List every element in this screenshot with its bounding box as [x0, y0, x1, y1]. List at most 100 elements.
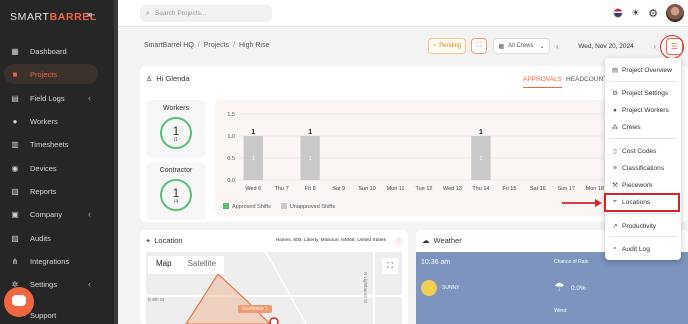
top-bar: ⌕ Search Projects... ☀ ⚙: [118, 0, 688, 27]
menu-item-audit-log[interactable]: ⌕ Audit Log: [605, 241, 681, 257]
bar-total-label: 1: [479, 129, 483, 136]
breadcrumb-item[interactable]: Projects: [204, 42, 229, 49]
bar-total-label: 1: [308, 129, 312, 136]
sidebar-item-audits[interactable]: ▨ Audits: [4, 228, 98, 248]
search-input[interactable]: ⌕ Search Projects...: [140, 5, 272, 22]
chevron-left-icon: ‹: [88, 209, 91, 219]
sidebar: SMARTBARREL ⇤ ▦ Dashboard ■ Projects ▤ Fiel…: [0, 0, 118, 324]
report-icon: ▧: [11, 186, 19, 196]
user-icon: ●: [12, 116, 18, 126]
crews-select[interactable]: ▦ All Crews ⌄: [493, 38, 550, 54]
legend-label: Unapproved Shifts: [289, 204, 336, 210]
menu-item-label: Piecework: [622, 181, 653, 189]
hammer-icon: ⚒: [612, 182, 618, 189]
menu-item-label: Productivity: [622, 222, 657, 230]
map[interactable]: Map Satellite ⛶ E 9th St N Lightburne St…: [146, 252, 402, 324]
chevron-right-icon[interactable]: ›: [653, 42, 656, 51]
top-bar-actions: ☀ ⚙: [613, 4, 684, 22]
sidebar-item-projects[interactable]: ■ Projects: [4, 64, 98, 84]
app-logo[interactable]: SMARTBARREL: [10, 11, 97, 23]
location-address: Haines, 800, Liberty, Missouri, 64068, U…: [275, 238, 386, 243]
scan-button[interactable]: ⛶: [471, 38, 487, 54]
menu-item-productivity[interactable]: ↗ Productivity: [605, 218, 681, 234]
legend-unapproved[interactable]: Unapproved Shifts: [280, 203, 336, 210]
menu-item-crews[interactable]: ⁂ Crews: [605, 119, 681, 135]
gear-icon: ⚙: [612, 90, 618, 97]
fullscreen-icon[interactable]: ⛶: [382, 258, 398, 274]
sidebar-item-company[interactable]: ▣ Company ‹: [4, 204, 98, 224]
integration-icon: ⋔: [11, 256, 19, 266]
sidebar-item-label: Workers: [30, 116, 58, 126]
avatar[interactable]: [666, 4, 684, 22]
search-placeholder: Search Projects...: [154, 10, 207, 17]
date-navigator: ‹ Wed, Nov 20, 2024 ›: [556, 38, 656, 54]
chart-legend: Approved Shifts Unapproved Shifts: [223, 203, 335, 210]
sidebar-item-label: Field Logs: [30, 93, 65, 103]
device-icon: ◉: [11, 163, 19, 173]
document-icon: ▯: [613, 148, 617, 155]
legend-approved[interactable]: Approved Shifts: [223, 203, 271, 210]
breadcrumb: SmartBarrel HQ / Projects / High Rise: [144, 42, 270, 49]
chevron-down-icon: ⌄: [539, 43, 545, 50]
weather-title: ☁ Weather: [422, 236, 462, 245]
menu-item-project-overview[interactable]: ▤ Project Overview: [605, 62, 681, 78]
breadcrumb-item[interactable]: SmartBarrel HQ: [144, 42, 194, 49]
sidebar-item-label: Settings: [30, 279, 58, 289]
project-toolbar: SmartBarrel HQ / Projects / High Rise ◔ Pendi…: [138, 36, 688, 58]
project-menu-dropdown: ▤ Project Overview ⚙ Project Settings ● Pro…: [605, 58, 681, 260]
chevron-left-icon: ‹: [88, 93, 91, 103]
chat-launcher-icon[interactable]: [4, 287, 34, 317]
language-flag-icon[interactable]: [613, 8, 624, 18]
annotation-circle: [660, 35, 684, 59]
gear-icon[interactable]: ⚙: [648, 7, 658, 20]
menu-item-cost-codes[interactable]: ▯ Cost Codes: [605, 143, 681, 159]
sidebar-item-dashboard[interactable]: ▦ Dashboard: [4, 41, 98, 61]
annotation-highlight-box: [604, 193, 680, 212]
greeting-text: Hi Glenda: [156, 74, 190, 83]
menu-item-project-workers[interactable]: ● Project Workers: [605, 102, 681, 118]
rain-chance-label: Chance of Rain: [554, 259, 589, 265]
contractor-stat: Contractor 1 /4: [146, 162, 206, 220]
pending-button[interactable]: ◔ Pending: [428, 38, 466, 54]
sidebar-item-label: Devices: [30, 163, 57, 173]
info-icon[interactable]: ⓘ: [396, 237, 402, 246]
sidebar-scrollbar[interactable]: [114, 0, 118, 324]
sidebar-item-reports[interactable]: ▧ Reports: [4, 181, 98, 201]
collapse-sidebar-icon[interactable]: ⇤: [87, 10, 95, 21]
menu-item-classifications[interactable]: ≡ Classifications: [605, 160, 681, 176]
y-tick-label: 1.0: [227, 134, 235, 140]
stat-total: /4: [173, 199, 179, 205]
x-tick-label: Sun 10: [358, 186, 375, 192]
user-icon: ●: [613, 106, 617, 114]
sidebar-item-integrations[interactable]: ⋔ Integrations: [4, 251, 98, 271]
tab-approvals[interactable]: APPROVALS: [523, 76, 562, 88]
chevron-left-icon[interactable]: ‹: [556, 42, 559, 51]
menu-divider: [609, 138, 677, 139]
y-tick-label: 0.0: [227, 178, 235, 184]
theme-toggle-icon[interactable]: ☀: [631, 8, 640, 19]
sidebar-item-label: Audits: [30, 233, 51, 243]
menu-item-label: Project Overview: [622, 66, 672, 74]
sidebar-item-field-logs[interactable]: ▤ Field Logs ‹: [4, 88, 98, 108]
stat-label: Contractor: [159, 167, 193, 174]
map-view-button[interactable]: Map: [148, 256, 180, 274]
menu-divider: [609, 236, 677, 237]
sidebar-item-devices[interactable]: ◉ Devices: [4, 158, 98, 178]
x-tick-label: Wed 6: [245, 186, 261, 192]
menu-item-project-settings[interactable]: ⚙ Project Settings: [605, 85, 681, 101]
current-date[interactable]: Wed, Nov 20, 2024: [578, 43, 634, 50]
dashboard-icon: ▦: [11, 46, 19, 56]
geofence-label[interactable]: Geofence 1: [238, 305, 272, 313]
satellite-view-button[interactable]: Satellite: [180, 256, 224, 274]
book-icon: ▤: [11, 93, 19, 103]
annotation-arrow-icon: [562, 199, 602, 207]
menu-item-piecework[interactable]: ⚒ Piecework: [605, 177, 681, 193]
street-label: N Lightburne St: [363, 272, 368, 304]
sidebar-item-workers[interactable]: ● Workers: [4, 111, 98, 131]
sidebar-item-timesheets[interactable]: ▥ Timesheets: [4, 134, 98, 154]
menu-divider: [609, 81, 677, 82]
location-card: ⌖ Location Haines, 800, Liberty, Missouri…: [140, 230, 408, 324]
briefcase-icon: ■: [12, 69, 18, 79]
sidebar-item-label: Integrations: [30, 256, 70, 266]
weather-panel: 10:36 am SUNNY Chance of Rain ☂ 0.0% Win…: [416, 252, 688, 324]
